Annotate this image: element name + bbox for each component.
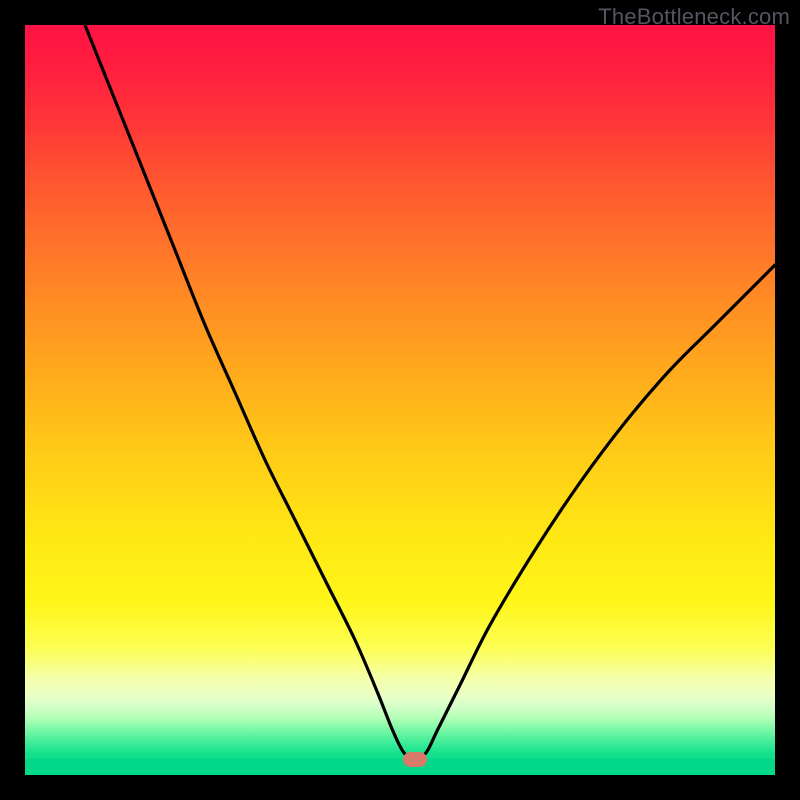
bottleneck-curve — [25, 25, 775, 775]
watermark-text: TheBottleneck.com — [598, 4, 790, 30]
chart-frame: TheBottleneck.com — [0, 0, 800, 800]
plot-area — [25, 25, 775, 775]
optimum-marker — [403, 752, 427, 767]
